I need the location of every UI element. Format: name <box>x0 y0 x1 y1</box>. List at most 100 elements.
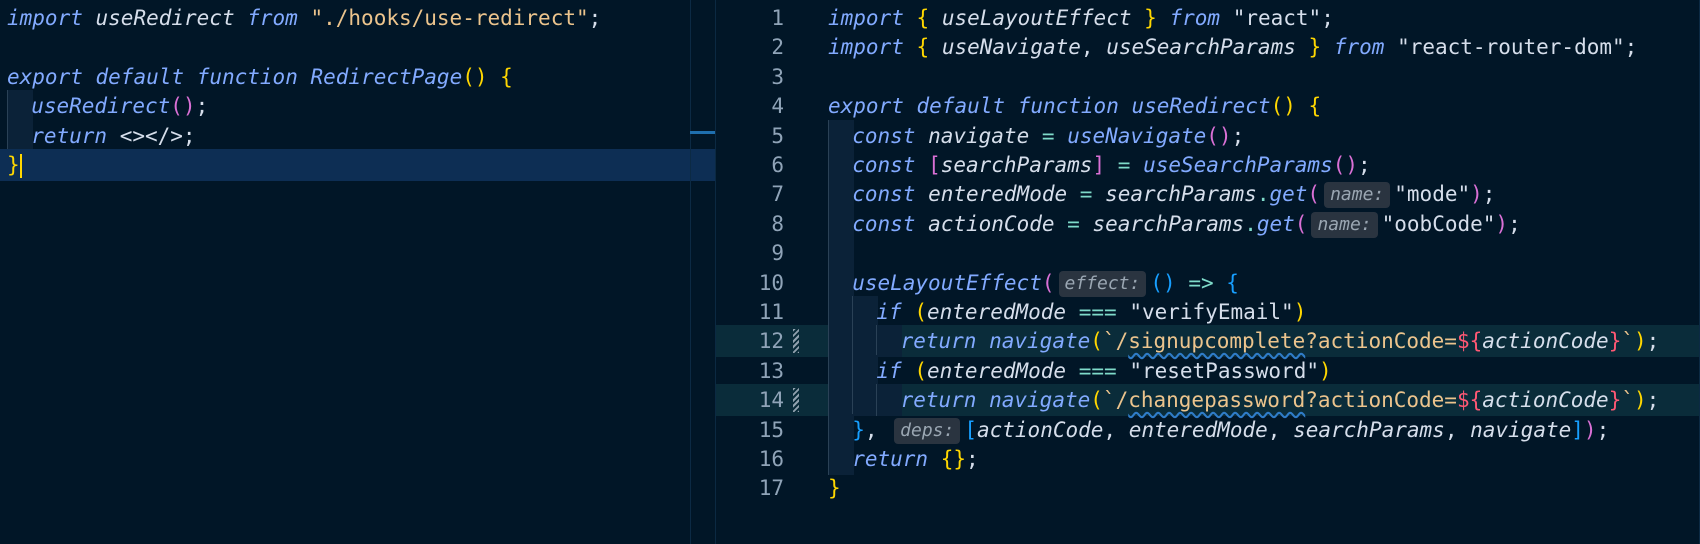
code-token: return <box>852 447 929 471</box>
code-text[interactable]: export default function RedirectPage() { <box>7 61 513 93</box>
code-token: if <box>876 300 902 324</box>
code-text[interactable]: return <></>; <box>31 120 195 152</box>
code-line[interactable]: 6 const [searchParams] = useSearchParams(… <box>716 149 1700 181</box>
code-token: = <box>1117 153 1131 177</box>
code-token: navigate <box>989 329 1091 354</box>
code-token: "react-router-dom" <box>1397 35 1625 60</box>
code-text[interactable]: export default function useRedirect() { <box>828 90 1321 122</box>
code-line[interactable]: 1 import { useLayoutEffect } from "react"… <box>716 2 1700 34</box>
code-line[interactable]: 3 <box>716 61 1700 93</box>
code-text[interactable]: const [searchParams] = useSearchParams()… <box>852 149 1370 181</box>
indent-guide <box>876 325 903 358</box>
left-editor-pane[interactable]: import useRedirect from "./hooks/use-red… <box>0 0 715 544</box>
code-line[interactable]: 7 const enteredMode = searchParams.get(na… <box>716 178 1700 211</box>
code-token: ( <box>914 358 927 383</box>
code-text[interactable]: return {}; <box>852 443 978 475</box>
right-editor-pane[interactable]: 1 import { useLayoutEffect } from "react"… <box>716 0 1700 544</box>
code-line[interactable]: 11 if (enteredMode === "verifyEmail") <box>716 296 1700 328</box>
code-text[interactable]: import useRedirect from "./hooks/use-red… <box>7 2 601 34</box>
indent-guide <box>852 384 879 417</box>
line-number: 13 <box>758 358 784 383</box>
code-token: enteredMode <box>1128 417 1268 442</box>
code-text[interactable]: const actionCode = searchParams.get(name… <box>852 208 1521 240</box>
code-token: get <box>1256 211 1295 236</box>
code-token: navigate <box>1470 417 1572 442</box>
code-text[interactable]: if (enteredMode === "verifyEmail") <box>876 296 1306 328</box>
code-line[interactable]: 4 export default function useRedirect() { <box>716 90 1700 122</box>
line-number: 9 <box>771 241 784 266</box>
code-token: default <box>916 94 1006 119</box>
code-token: } <box>1608 329 1622 354</box>
code-token: ; <box>1358 153 1371 177</box>
code-token: const <box>852 182 916 207</box>
code-text[interactable]: import { useLayoutEffect } from "react"; <box>828 2 1334 34</box>
code-line[interactable]: 16 return {}; <box>716 443 1700 475</box>
code-line[interactable]: 2 import { useNavigate, useSearchParams }… <box>716 31 1700 63</box>
code-line[interactable]: 14 return navigate(`/changepassword?actio… <box>716 384 1700 417</box>
code-line[interactable]: 8 const actionCode = searchParams.get(nam… <box>716 207 1700 240</box>
code-text[interactable]: useLayoutEffect(effect:() => { <box>852 267 1239 299</box>
code-token: enteredMode <box>928 182 1068 207</box>
code-token: } <box>7 153 20 177</box>
code-token: enteredMode <box>927 300 1067 324</box>
line-number: 17 <box>758 476 784 501</box>
code-token: changepassword <box>1128 388 1306 413</box>
code-line[interactable]: 13 if (enteredMode === "resetPassword") <box>716 354 1700 387</box>
code-line[interactable] <box>0 31 715 63</box>
code-token: () <box>462 64 488 89</box>
code-token: ; <box>1231 123 1245 148</box>
code-token: get <box>1269 182 1308 207</box>
code-token: === <box>1078 300 1117 324</box>
modified-line-indicator[interactable] <box>793 329 799 354</box>
code-token: ( <box>1307 182 1321 207</box>
indent-guide <box>828 443 854 475</box>
code-text[interactable]: } <box>828 472 841 504</box>
code-line[interactable]: export default function RedirectPage() { <box>0 61 715 93</box>
code-text[interactable]: const enteredMode = searchParams.get(nam… <box>852 178 1495 210</box>
code-text[interactable]: } <box>7 149 22 181</box>
line-number: 3 <box>771 64 784 89</box>
indent-guide <box>828 325 854 358</box>
code-token: ; <box>1646 329 1660 354</box>
code-token: ; <box>966 447 979 471</box>
code-text[interactable]: if (enteredMode === "resetPassword") <box>876 355 1331 387</box>
code-text[interactable]: return navigate(`/signupcomplete?actionC… <box>901 325 1660 357</box>
left-scrollbar-track[interactable] <box>690 0 691 544</box>
code-line[interactable]: 5 const navigate = useNavigate(); <box>716 119 1700 152</box>
code-text[interactable]: }, deps: [actionCode, enteredMode, search… <box>852 414 1609 446</box>
code-token: "mode" <box>1394 182 1471 207</box>
line-number: 8 <box>771 211 784 236</box>
code-line[interactable]: import useRedirect from "./hooks/use-red… <box>0 2 715 34</box>
code-token: { <box>500 64 513 89</box>
code-line[interactable]: } <box>0 149 715 181</box>
code-line[interactable]: 17} <box>716 472 1700 504</box>
code-text[interactable]: const navigate = useNavigate(); <box>852 120 1244 152</box>
code-text[interactable]: import { useNavigate, useSearchParams } … <box>828 31 1637 63</box>
code-token: {} <box>940 447 966 471</box>
code-text[interactable]: return navigate(`/changepassword?actionC… <box>901 384 1660 416</box>
code-token: from <box>247 6 298 30</box>
code-text[interactable]: useRedirect(); <box>31 90 208 122</box>
code-token: { <box>1226 270 1239 295</box>
code-line[interactable]: useRedirect(); <box>0 90 715 123</box>
code-line[interactable]: 15}, deps: [actionCode, enteredMode, sear… <box>716 413 1700 446</box>
code-line[interactable]: 12 return navigate(`/signupcomplete?actio… <box>716 325 1700 358</box>
line-number: 11 <box>758 300 784 324</box>
code-token: ${ <box>1456 388 1483 413</box>
code-line[interactable]: return <></>; <box>0 119 715 152</box>
code-token: ` <box>1621 388 1634 413</box>
code-line[interactable]: 9 <box>716 237 1700 270</box>
code-token: ; <box>1646 388 1660 413</box>
modified-line-indicator[interactable] <box>793 388 799 413</box>
parameter-hint: name: <box>1311 211 1378 238</box>
code-line[interactable]: 10 useLayoutEffect(effect:() => { <box>716 266 1700 299</box>
line-number: 6 <box>771 153 784 177</box>
